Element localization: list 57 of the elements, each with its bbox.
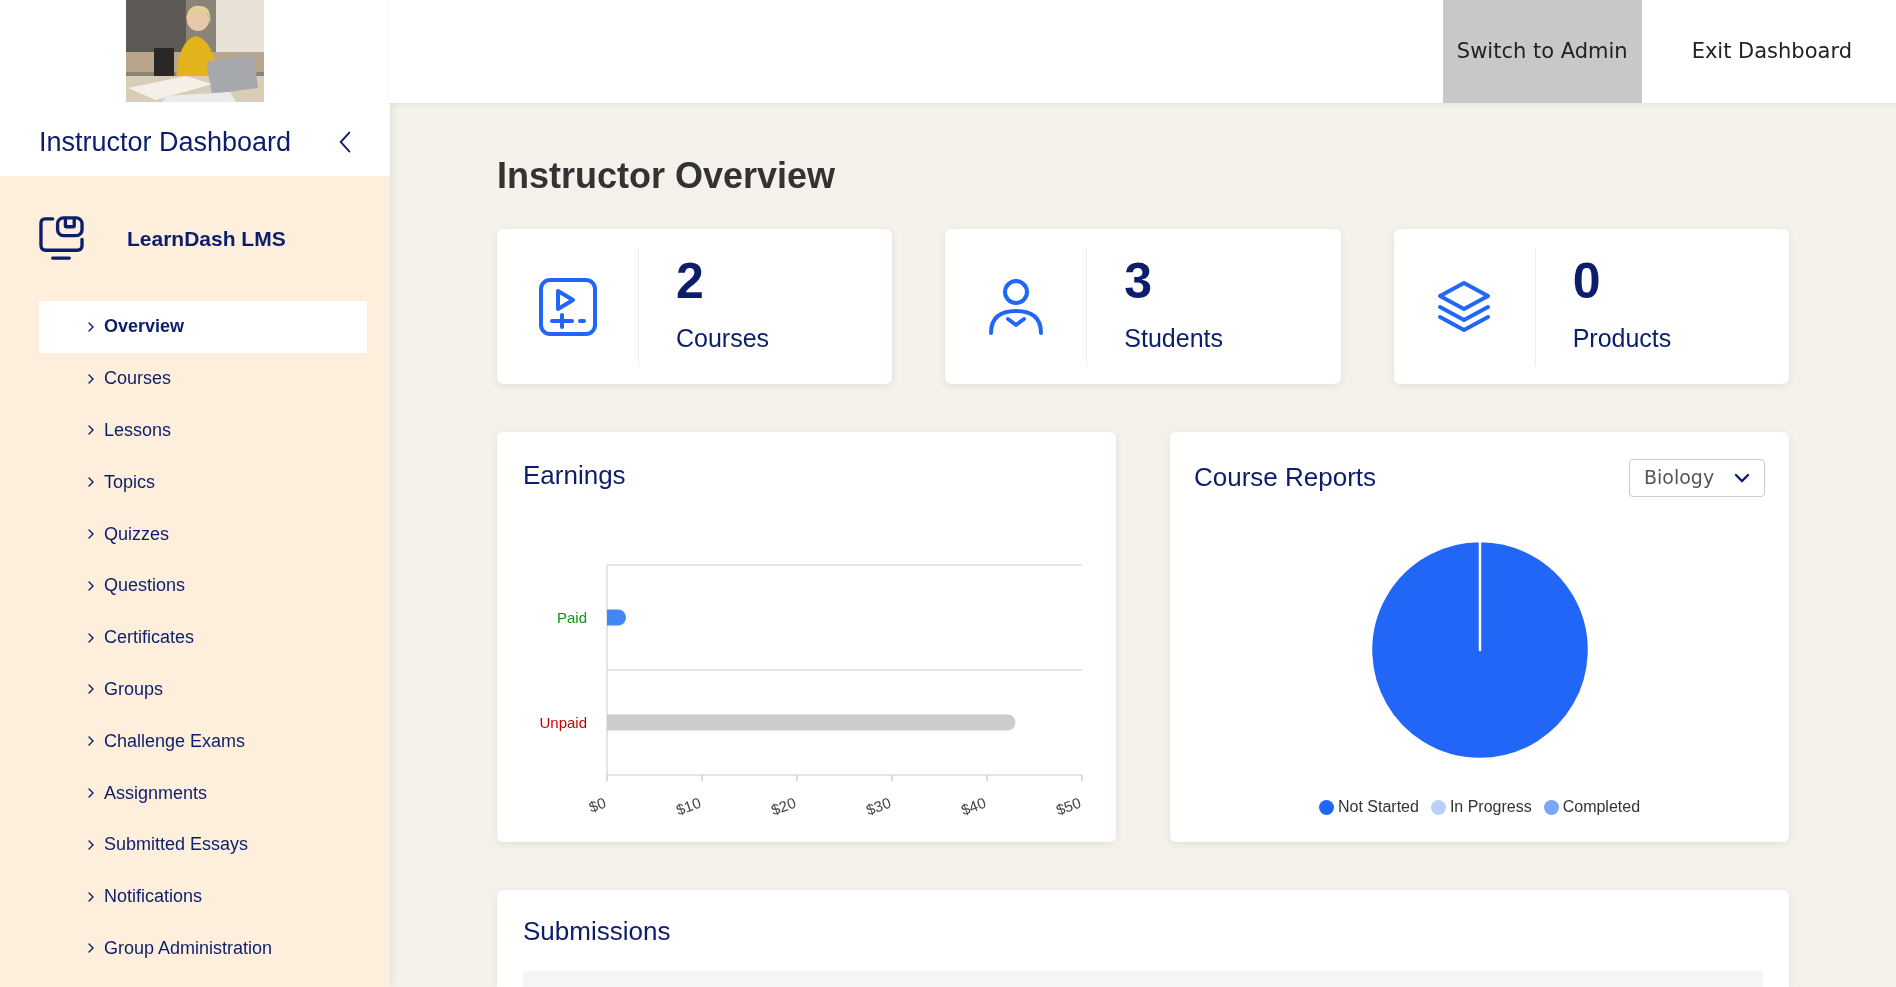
nav-item[interactable]: Certificates — [39, 611, 367, 664]
nav-item[interactable]: Quizzes — [39, 508, 367, 560]
stat-label: Courses — [676, 322, 770, 354]
nav-item[interactable]: Challenge Exams — [39, 715, 367, 768]
nav-item[interactable]: Topics — [39, 456, 367, 509]
nav-item[interactable]: Overview — [39, 301, 367, 353]
legend-label: Not Started — [1337, 797, 1419, 817]
nav-item[interactable]: Assignments — [39, 767, 367, 819]
nav-item[interactable]: Group Administration — [39, 922, 367, 975]
tick-label: $50 — [1053, 793, 1084, 819]
chevron-down-icon — [1734, 472, 1750, 483]
chevron-right-icon — [88, 839, 94, 850]
chevron-right-icon — [88, 580, 94, 591]
bar — [607, 609, 626, 626]
category-label: Paid — [556, 608, 587, 626]
tick-label: $40 — [958, 793, 989, 819]
nav-item[interactable]: Notifications — [39, 870, 367, 923]
legend-label: In Progress — [1449, 797, 1532, 817]
chevron-right-icon — [88, 788, 94, 799]
sidebar-title: Instructor Dashboard — [39, 126, 292, 159]
nav-item[interactable]: Lessons — [39, 404, 367, 457]
chevron-right-icon — [88, 684, 94, 695]
header-button[interactable]: Switch to Admin — [1442, 0, 1642, 103]
chevron-right-icon — [88, 736, 94, 747]
page-title: Instructor Overview — [497, 158, 837, 194]
card-title: Submissions — [523, 915, 672, 948]
tick-label: $30 — [863, 793, 894, 819]
legend-label: Completed — [1562, 797, 1641, 817]
chevron-left-icon — [339, 130, 351, 155]
tick-label: $20 — [768, 793, 799, 819]
nav-item[interactable]: Submitted Essays — [39, 818, 367, 871]
chevron-right-icon — [88, 477, 94, 488]
video-lesson-icon — [537, 276, 598, 337]
header-button[interactable]: Exit Dashboard — [1677, 0, 1866, 103]
stat-value: 2 — [676, 255, 705, 306]
category-label: Unpaid — [539, 713, 587, 731]
monitor-icon — [39, 216, 84, 261]
stat-label: Students — [1124, 322, 1223, 354]
stat-value: 3 — [1124, 255, 1154, 306]
nav-item[interactable]: Groups — [39, 663, 367, 716]
card-title: Course Reports — [1194, 461, 1377, 494]
chevron-right-icon — [88, 943, 94, 954]
brand-name: LearnDash LMS — [127, 225, 286, 252]
tick-label: $0 — [586, 793, 609, 816]
chevron-right-icon — [88, 891, 94, 902]
chevron-right-icon — [88, 632, 94, 643]
chevron-right-icon — [88, 425, 94, 436]
chevron-right-icon — [88, 373, 94, 384]
nav-item[interactable]: Courses — [39, 352, 367, 405]
card-title: Earnings — [523, 459, 627, 492]
stat-label: Products — [1572, 322, 1672, 354]
tick-label: $10 — [673, 793, 704, 819]
chevron-right-icon — [88, 321, 94, 332]
stat-value: 0 — [1572, 255, 1602, 306]
nav-item[interactable]: Questions — [39, 560, 367, 612]
chevron-right-icon — [88, 529, 94, 540]
course-dropdown[interactable]: Biology — [1629, 458, 1765, 497]
